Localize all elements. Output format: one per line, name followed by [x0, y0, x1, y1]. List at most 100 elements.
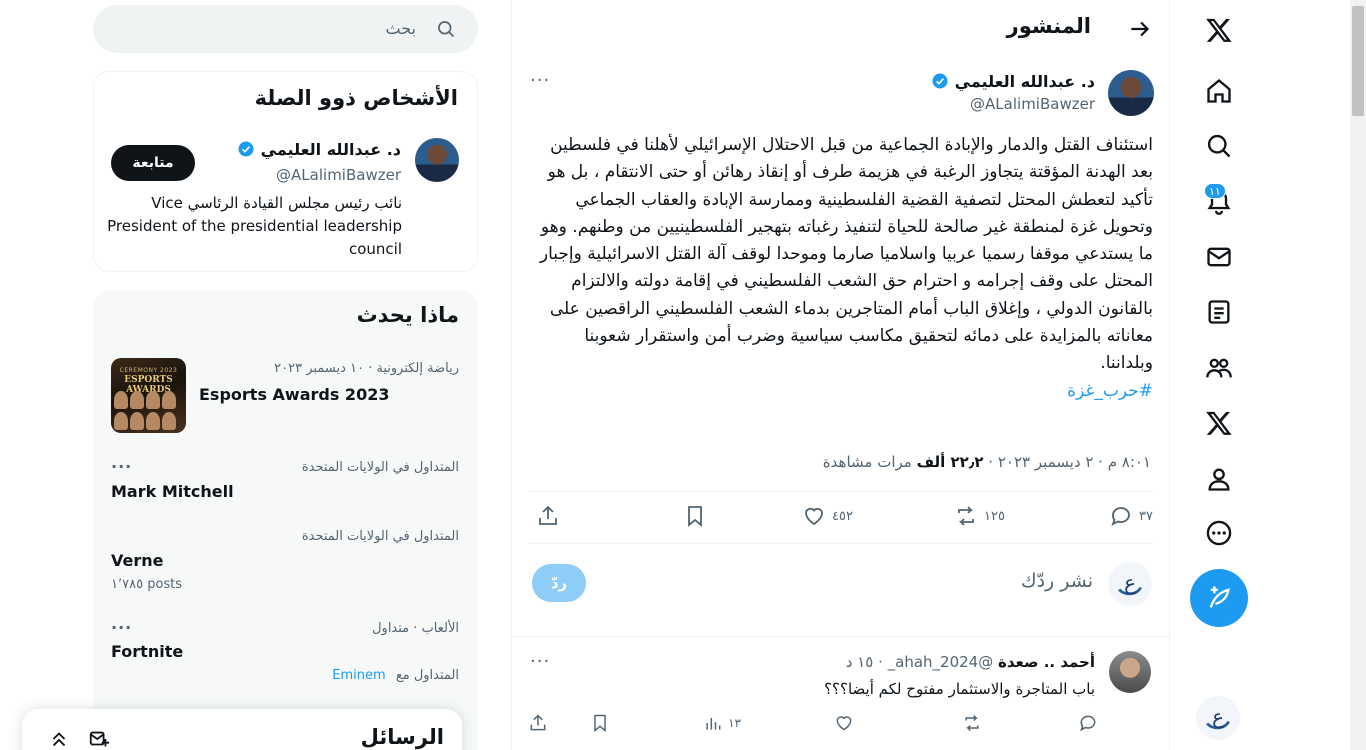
more-options-icon[interactable] — [1190, 508, 1248, 558]
reply-time[interactable]: ١٥ د — [846, 653, 874, 671]
account-logo-icon: ع — [1206, 705, 1230, 730]
account-avatar[interactable]: ع — [1196, 696, 1240, 740]
like-count: ٤٥٢ — [832, 508, 853, 524]
svg-text:ع: ع — [1124, 571, 1136, 594]
x-logo-icon[interactable] — [1190, 5, 1248, 55]
follow-button[interactable]: متابعة — [111, 145, 195, 181]
reply-reply-action[interactable] — [1078, 713, 1098, 733]
tweet-paragraph-1: استئناف القتل والدمار والإبادة الجماعية … — [547, 135, 1153, 237]
divider — [528, 543, 1153, 544]
tweet-time[interactable]: ٨:٠١ م — [1108, 453, 1151, 471]
tweet-author-row: د. عبدالله العليمي @ALalimiBawzer ··· — [512, 68, 1171, 118]
views-count: ٢٢٫٢ ألف — [916, 453, 984, 471]
reply-author-name[interactable]: أحمد .. صعدة — [998, 653, 1095, 671]
reply-more-icon[interactable]: ··· — [530, 651, 550, 672]
tweet-more-icon[interactable]: ··· — [530, 70, 550, 91]
reply-repost-action[interactable] — [962, 713, 982, 733]
tweet-paragraph-2: وهو ما يستدعي موقفا رسميا عربيا واسلاميا… — [539, 216, 1153, 374]
author-avatar[interactable] — [1108, 70, 1154, 116]
nav-rail: ١١ — [1190, 0, 1250, 750]
trend-item[interactable]: المتداول في الولايات المتحدة ··· Mark Mi… — [93, 451, 478, 511]
trends-card: ماذا يحدث رياضة إلكترونية · ١٠ ديسمبر ٢٠… — [93, 291, 478, 750]
trend-item[interactable]: الألعاب · متداول ··· Fortnite المتداول م… — [93, 611, 478, 691]
hashtag-link[interactable]: #حرب_غزة — [530, 378, 1153, 405]
tweet-meta: ٨:٠١ م · ٢ ديسمبر ٢٠٢٣ · ٢٢٫٢ ألف مرات م… — [822, 453, 1151, 471]
messages-drawer[interactable]: الرسائل — [22, 709, 462, 750]
bookmark-icon — [594, 714, 606, 733]
relevant-person-name-row[interactable]: د. عبدالله العليمي — [233, 140, 401, 159]
reply-author-avatar[interactable] — [1109, 651, 1151, 693]
main-column: المنشور د. عبدالله العليمي @ALalimiBawze… — [511, 0, 1171, 750]
reply-input[interactable]: نشر ردّك — [1021, 570, 1093, 592]
explore-search-icon[interactable] — [1190, 121, 1248, 171]
share-icon — [539, 505, 557, 525]
share-action[interactable] — [536, 504, 560, 528]
reply-author-handle[interactable]: @ahah_2024_ — [888, 653, 994, 671]
thumbnail-caption: CEREMONY 2023 — [119, 367, 178, 374]
profile-icon[interactable] — [1190, 454, 1248, 504]
reply-count: ٣٧ — [1139, 508, 1153, 524]
repost-icon — [958, 506, 974, 526]
reply-submit-button[interactable]: ردّ — [532, 564, 586, 602]
composer-avatar[interactable]: ع — [1108, 562, 1152, 606]
trend-name: Fortnite — [111, 642, 184, 661]
relevant-person-name[interactable]: د. عبدالله العليمي — [261, 140, 401, 159]
trend-context: رياضة إلكترونية · ١٠ ديسمبر ٢٠٢٣ — [274, 361, 459, 376]
reply-bookmark-action[interactable] — [590, 713, 610, 733]
trend-post-count: ١٬٧٨٥ posts — [111, 577, 183, 592]
relevant-person-avatar[interactable] — [415, 138, 459, 182]
repost-count: ١٢٥ — [984, 508, 1005, 524]
trend-trending-with: المتداول مع Eminem — [332, 668, 459, 683]
verified-badge-icon — [238, 141, 254, 157]
bookmark-icon — [688, 506, 702, 527]
reply-share-action[interactable] — [528, 713, 548, 733]
relevant-person-handle[interactable]: @ALalimiBawzer — [276, 166, 401, 184]
author-name-row[interactable]: د. عبدالله العليمي — [927, 72, 1095, 91]
trend-more-icon[interactable]: ··· — [111, 457, 132, 476]
repost-action[interactable]: ١٢٥ — [954, 504, 1005, 528]
search-box[interactable]: بحث — [93, 5, 478, 53]
share-icon — [530, 714, 546, 731]
repost-icon — [965, 714, 979, 732]
trend-more-icon[interactable]: ··· — [111, 618, 132, 637]
relevant-people-card: الأشخاص ذوو الصلة د. عبدالله العليمي @AL… — [93, 71, 478, 272]
heart-icon — [836, 716, 852, 731]
divider — [528, 491, 1153, 492]
compose-post-button[interactable] — [1190, 569, 1248, 627]
relevant-people-title: الأشخاص ذوو الصلة — [254, 86, 458, 110]
trend-thumbnail: CEREMONY 2023 ESPORTS AWARDS — [111, 358, 186, 433]
svg-text:ع: ع — [1212, 705, 1224, 728]
reply-icon — [1111, 507, 1130, 526]
trend-item[interactable]: المتداول في الولايات المتحدة Verne ١٬٧٨٥… — [93, 521, 478, 592]
reply-like-action[interactable] — [834, 713, 854, 733]
trend-item[interactable]: رياضة إلكترونية · ١٠ ديسمبر ٢٠٢٣ Esports… — [93, 291, 478, 441]
reply-views-action[interactable]: ١٣ — [703, 713, 741, 733]
premium-x-icon[interactable] — [1190, 398, 1248, 448]
heart-icon — [805, 507, 823, 526]
new-message-icon[interactable] — [88, 728, 110, 750]
reply-text: باب المتاجرة والاستثمار مفتوح لكم أيضا؟؟… — [824, 680, 1095, 698]
tweet-actions: ٣٧ ١٢٥ ٤٥٢ — [528, 500, 1153, 536]
reply-icon — [1079, 715, 1096, 732]
author-name[interactable]: د. عبدالله العليمي — [955, 72, 1095, 91]
reply-views-count: ١٣ — [728, 716, 741, 730]
lists-icon[interactable] — [1190, 287, 1248, 337]
trend-related-link[interactable]: Eminem — [332, 668, 385, 683]
expand-chevron-up-icon[interactable] — [48, 728, 70, 750]
trend-context: الألعاب · متداول — [372, 621, 459, 636]
search-input[interactable]: بحث — [386, 19, 417, 38]
like-action[interactable]: ٤٥٢ — [802, 504, 853, 528]
scrollbar-thumb[interactable] — [1352, 6, 1364, 116]
feather-plus-icon — [1209, 586, 1230, 608]
communities-icon[interactable] — [1190, 343, 1248, 393]
tweet-date[interactable]: ٢ ديسمبر ٢٠٢٣ — [998, 453, 1094, 471]
notifications-bell-icon[interactable]: ١١ — [1190, 176, 1248, 226]
messages-mail-icon[interactable] — [1190, 232, 1248, 282]
views-chart-icon — [706, 718, 721, 730]
reply-action[interactable]: ٣٧ — [1109, 504, 1153, 528]
home-icon[interactable] — [1190, 66, 1248, 116]
author-handle[interactable]: @ALalimiBawzer — [970, 95, 1095, 113]
back-arrow-icon[interactable] — [1127, 16, 1153, 42]
bookmark-action[interactable] — [683, 504, 707, 528]
reply-tweet[interactable]: أحمد .. صعدة @ahah_2024_ · ١٥ د ··· باب … — [512, 637, 1171, 750]
